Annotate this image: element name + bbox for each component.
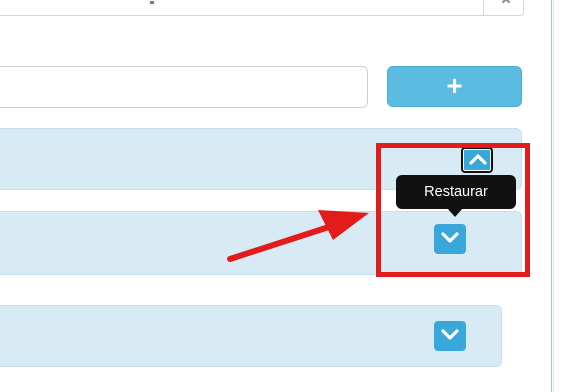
screenshot-stage: + Restaurar: [0, 0, 565, 392]
arrow-shaft: [227, 222, 338, 262]
annotation-arrow: [227, 210, 369, 262]
arrow-head: [318, 210, 369, 240]
